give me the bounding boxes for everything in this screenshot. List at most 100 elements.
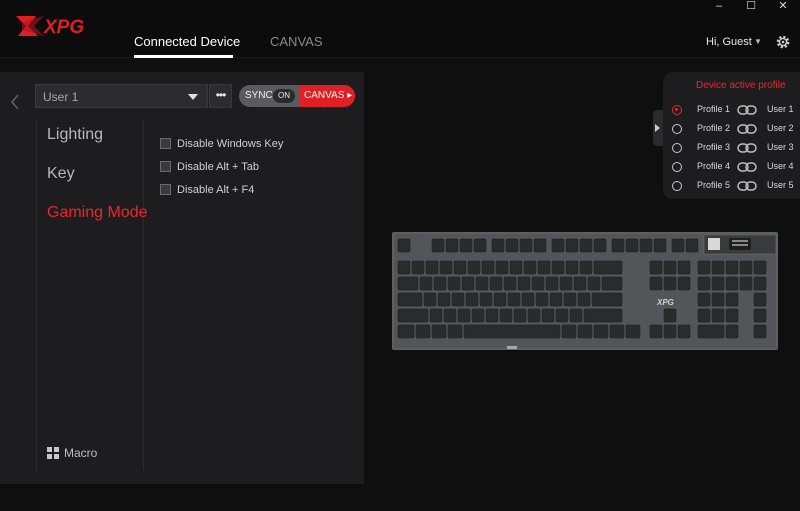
menu-item-lighting[interactable]: Lighting — [47, 126, 103, 144]
keycap — [495, 260, 509, 275]
grid-icon — [47, 447, 59, 459]
radio-button[interactable] — [672, 105, 682, 115]
user-select-value: User 1 — [43, 90, 79, 104]
canvas-button[interactable]: CANVAS ▸ — [300, 85, 355, 107]
keycap — [753, 292, 767, 307]
keycap — [429, 308, 443, 323]
keycap — [725, 324, 739, 339]
keycap — [425, 260, 439, 275]
keycap — [397, 260, 411, 275]
keycap — [611, 238, 625, 253]
keycap — [465, 292, 479, 307]
profile-user: User 5 — [767, 180, 794, 190]
profile-row[interactable]: Profile 5 User 5 — [663, 177, 800, 195]
profile-panel-toggle[interactable] — [653, 110, 663, 146]
sync-state: ON — [273, 89, 295, 103]
keyboard-image: XPG — [392, 232, 778, 350]
link-icon[interactable] — [737, 123, 757, 135]
profile-row[interactable]: Profile 3 User 3 — [663, 139, 800, 157]
keycap — [517, 276, 531, 291]
keyboard-brand: XPG — [656, 298, 674, 307]
keycap — [457, 308, 471, 323]
option-disable-alt-tab[interactable]: Disable Alt + Tab — [160, 161, 259, 173]
macro-button[interactable]: Macro — [47, 446, 97, 460]
link-icon[interactable] — [737, 161, 757, 173]
keycap — [397, 276, 419, 291]
close-button[interactable]: ✕ — [766, 0, 800, 14]
link-icon[interactable] — [737, 104, 757, 116]
minimize-button[interactable]: – — [702, 0, 736, 14]
keycap — [513, 308, 527, 323]
option-disable-alt-f4[interactable]: Disable Alt + F4 — [160, 184, 254, 196]
keycap — [711, 276, 725, 291]
keycap — [537, 260, 551, 275]
user-greeting[interactable]: Hi, Guest — [706, 36, 752, 48]
keycap — [397, 292, 423, 307]
keycap — [411, 260, 425, 275]
chevron-down-icon[interactable]: ▼ — [754, 37, 762, 46]
keycap — [521, 292, 535, 307]
option-label: Disable Alt + Tab — [177, 161, 260, 173]
settings-panel: User 1 ••• SYNC ON CANVAS ▸ Lighting Key… — [0, 72, 364, 484]
keycap — [415, 324, 431, 339]
keycap — [601, 276, 623, 291]
checkbox[interactable] — [160, 161, 171, 172]
menu-item-gaming-mode[interactable]: Gaming Mode — [47, 204, 148, 222]
profile-user: User 2 — [767, 123, 794, 133]
keycap — [505, 238, 519, 253]
maximize-button[interactable]: ☐ — [734, 0, 768, 14]
tab-canvas[interactable]: CANVAS — [270, 34, 323, 49]
profile-user: User 3 — [767, 142, 794, 152]
keycap — [533, 238, 547, 253]
keycap — [711, 308, 725, 323]
keycap — [565, 238, 579, 253]
keycap — [739, 260, 753, 275]
menu-item-key[interactable]: Key — [47, 165, 75, 183]
radio-button[interactable] — [672, 181, 682, 191]
keycap — [663, 308, 677, 323]
user-select[interactable]: User 1 — [35, 84, 208, 108]
checkbox[interactable] — [160, 138, 171, 149]
keycap — [459, 238, 473, 253]
link-icon[interactable] — [737, 142, 757, 154]
keycap — [577, 292, 591, 307]
keycap — [549, 292, 563, 307]
profile-row[interactable]: Profile 1 User 1 — [663, 101, 800, 119]
keycap — [625, 324, 641, 339]
profile-panel-title: Device active profile — [696, 80, 786, 91]
back-arrow-icon[interactable] — [8, 92, 22, 112]
profile-row[interactable]: Profile 2 User 2 — [663, 120, 800, 138]
keycap — [725, 276, 739, 291]
keycap — [725, 292, 739, 307]
radio-button[interactable] — [672, 162, 682, 172]
keycap — [535, 292, 549, 307]
keycap — [569, 308, 583, 323]
sync-toggle[interactable]: SYNC ON CANVAS ▸ — [239, 85, 355, 107]
radio-button[interactable] — [672, 124, 682, 134]
keycap — [587, 276, 601, 291]
more-options-button[interactable]: ••• — [209, 84, 232, 108]
keycap — [555, 308, 569, 323]
keycap — [609, 324, 625, 339]
tab-connected-device[interactable]: Connected Device — [134, 34, 240, 49]
keycap — [551, 238, 565, 253]
active-tab-indicator — [134, 55, 233, 58]
keycap — [593, 324, 609, 339]
keycap — [639, 238, 653, 253]
profile-row[interactable]: Profile 4 User 4 — [663, 158, 800, 176]
link-icon[interactable] — [737, 180, 757, 192]
xpg-logo: XPG — [16, 16, 84, 38]
keycap — [753, 260, 767, 275]
option-disable-windows-key[interactable]: Disable Windows Key — [160, 138, 283, 150]
keycap — [397, 324, 415, 339]
radio-button[interactable] — [672, 143, 682, 153]
keycap — [493, 292, 507, 307]
keycap — [423, 292, 437, 307]
checkbox[interactable] — [160, 184, 171, 195]
gear-icon[interactable] — [775, 34, 791, 50]
profile-user: User 4 — [767, 161, 794, 171]
profile-name: Profile 3 — [697, 142, 731, 152]
keycap — [397, 308, 429, 323]
profile-name: Profile 2 — [697, 123, 731, 133]
keycap — [481, 260, 495, 275]
